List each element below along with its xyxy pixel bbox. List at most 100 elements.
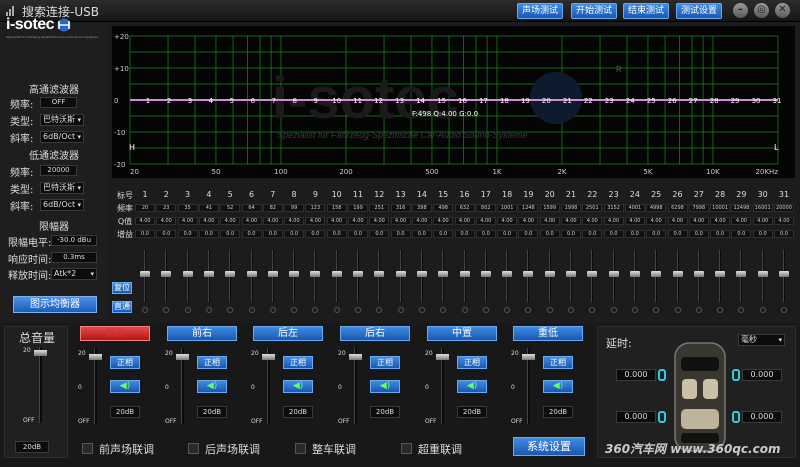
band-freq-input[interactable]: 316 [390, 204, 411, 212]
flat-button[interactable]: 直通 [112, 301, 132, 313]
band-gain-slider[interactable] [651, 250, 662, 302]
vehicle-link-checkbox[interactable] [295, 443, 306, 454]
band-select-dot[interactable] [674, 307, 681, 313]
channel-name-button[interactable]: 前右 [167, 326, 237, 341]
lp-type-select[interactable]: 巴特沃斯 [40, 182, 84, 194]
band-freq-input[interactable]: 1599 [539, 204, 560, 212]
band-q-input[interactable]: 4.00 [518, 217, 539, 225]
channel-db-value[interactable]: 20dB [370, 406, 400, 418]
band-freq-input[interactable]: 23 [156, 204, 177, 212]
end-test-button[interactable]: 结束测试 [623, 3, 669, 19]
band-q-input[interactable]: 4.00 [156, 217, 177, 225]
settings-icon[interactable]: ◎ [754, 3, 769, 18]
band-gain-slider[interactable] [736, 250, 747, 302]
delay-rear-left-input[interactable]: 0.000 [616, 411, 656, 423]
band-gain-slider[interactable] [566, 250, 576, 302]
front-link-checkbox[interactable] [82, 443, 93, 454]
band-select-dot[interactable] [227, 307, 234, 313]
band-select-dot[interactable] [781, 307, 787, 313]
band-freq-input[interactable]: 158 [326, 204, 347, 212]
channel-db-value[interactable]: 20dB [197, 406, 227, 418]
band-q-input[interactable]: 4.00 [667, 217, 688, 225]
band-freq-input[interactable]: 2501 [582, 204, 603, 212]
response-time-input[interactable]: 0.3ms [51, 252, 97, 263]
phase-button[interactable]: 正相 [543, 356, 573, 369]
band-q-input[interactable]: 4.00 [390, 217, 411, 225]
band-marker[interactable]: 1 [146, 97, 150, 105]
band-marker[interactable]: 30 [752, 97, 761, 105]
band-q-input[interactable]: 4.00 [497, 217, 518, 225]
band-q-input[interactable]: 4.00 [369, 217, 390, 225]
channel-volume-slider[interactable]: 20 0 OFF [78, 348, 106, 425]
band-gain-slider[interactable] [225, 250, 236, 302]
hp-freq-input[interactable]: OFF [40, 97, 77, 108]
channel-volume-slider[interactable]: 20 0 OFF [251, 348, 279, 425]
band-marker[interactable]: 11 [353, 97, 362, 105]
lp-slope-select[interactable]: 6dB/Oct [40, 199, 84, 211]
band-q-input[interactable]: 4.00 [774, 217, 794, 225]
band-gain-slider[interactable] [757, 250, 768, 302]
band-marker[interactable]: 3 [188, 97, 192, 105]
band-q-input[interactable]: 4.00 [241, 217, 262, 225]
channel-volume-slider[interactable]: 20 0 OFF [338, 348, 366, 425]
band-marker[interactable]: 27 [689, 97, 698, 105]
band-marker[interactable]: 8 [293, 97, 297, 105]
band-gain-slider[interactable] [353, 250, 363, 302]
band-q-input[interactable]: 4.00 [220, 217, 241, 225]
band-gain-slider[interactable] [246, 250, 257, 302]
band-marker[interactable]: 13 [395, 97, 404, 105]
band-q-input[interactable]: 4.00 [539, 217, 560, 225]
band-freq-input[interactable]: 498 [433, 204, 454, 212]
phase-button[interactable]: 正相 [283, 356, 313, 369]
band-gain-slider[interactable] [374, 250, 385, 302]
band-freq-input[interactable]: 52 [220, 204, 241, 212]
band-q-input[interactable]: 4.00 [561, 217, 581, 225]
speaker-mute-icon[interactable]: ◀) [457, 380, 487, 393]
band-freq-input[interactable]: 20000 [774, 204, 794, 212]
band-gain-input[interactable]: 0.0 [539, 230, 560, 238]
band-gain-input[interactable]: 0.0 [305, 230, 326, 238]
sound-field-test-button[interactable]: 声场测试 [517, 3, 563, 19]
band-freq-input[interactable]: 251 [369, 204, 390, 212]
speaker-mute-icon[interactable]: ◀) [197, 380, 227, 393]
band-gain-input[interactable]: 0.0 [411, 230, 432, 238]
delay-unit-select[interactable]: 毫秒 [738, 334, 785, 346]
band-q-input[interactable]: 4.00 [326, 217, 347, 225]
band-gain-slider[interactable] [544, 250, 555, 302]
band-q-input[interactable]: 4.00 [603, 217, 624, 225]
band-freq-input[interactable]: 1998 [561, 204, 581, 212]
band-q-input[interactable]: 4.00 [433, 217, 454, 225]
band-select-dot[interactable] [418, 307, 425, 313]
band-freq-input[interactable]: 16001 [752, 204, 773, 212]
delay-front-right-input[interactable]: 0.000 [742, 369, 782, 381]
band-marker[interactable]: 9 [313, 97, 317, 105]
band-marker[interactable]: 2 [167, 97, 171, 105]
band-freq-input[interactable]: 1248 [518, 204, 539, 212]
band-q-input[interactable]: 4.00 [198, 217, 219, 225]
band-q-input[interactable]: 4.00 [305, 217, 326, 225]
band-select-dot[interactable] [589, 307, 596, 313]
channel-db-value[interactable]: 20dB [283, 406, 313, 418]
band-freq-input[interactable]: 20 [135, 204, 155, 212]
speaker-mute-icon[interactable]: ◀) [283, 380, 313, 393]
band-freq-input[interactable]: 12498 [731, 204, 752, 212]
band-gain-slider[interactable] [693, 250, 704, 302]
band-gain-input[interactable]: 0.0 [774, 230, 794, 238]
band-gain-input[interactable]: 0.0 [731, 230, 752, 238]
band-marker[interactable]: 4 [209, 97, 214, 105]
lp-freq-input[interactable]: 20000 [40, 165, 77, 176]
delay-rear-right-input[interactable]: 0.000 [742, 411, 782, 423]
band-marker[interactable]: 29 [731, 97, 740, 105]
band-q-input[interactable]: 4.00 [710, 217, 731, 225]
minimize-icon[interactable]: – [733, 3, 748, 18]
channel-volume-slider[interactable]: 20 0 OFF [511, 348, 539, 425]
band-freq-input[interactable]: 199 [348, 204, 368, 212]
band-freq-input[interactable]: 3152 [603, 204, 624, 212]
band-select-dot[interactable] [461, 307, 468, 313]
band-marker[interactable]: 20 [542, 97, 551, 105]
band-gain-input[interactable]: 0.0 [348, 230, 368, 238]
band-gain-slider[interactable] [502, 250, 513, 302]
band-marker[interactable]: 14 [416, 97, 425, 105]
phase-button[interactable]: 正相 [370, 356, 400, 369]
band-gain-input[interactable]: 0.0 [284, 230, 305, 238]
